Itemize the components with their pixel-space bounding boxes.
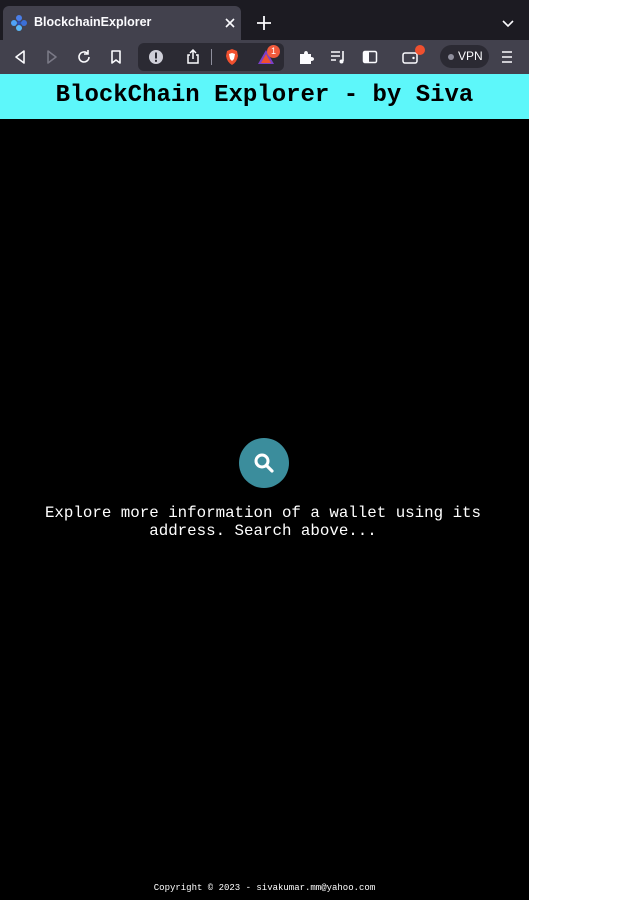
search-button[interactable]	[239, 438, 289, 488]
brave-shields-icon[interactable]	[223, 48, 241, 66]
tab-strip: BlockchainExplorer	[0, 0, 529, 40]
new-tab-icon[interactable]	[255, 14, 273, 32]
vpn-button[interactable]: VPN	[440, 45, 489, 68]
back-icon[interactable]	[11, 48, 29, 66]
address-bar[interactable]: 1	[138, 43, 284, 71]
vpn-label: VPN	[458, 49, 483, 63]
blockchain-nodes-icon	[10, 14, 28, 32]
footer-copyright: Copyright © 2023 - sivakumar.mm@yahoo.co…	[153, 883, 376, 893]
wallet-notification-dot	[415, 45, 425, 55]
tab-title: BlockchainExplorer	[34, 15, 152, 29]
sidebar-icon[interactable]	[361, 48, 379, 66]
browser-toolbar: 1 VPN	[0, 40, 529, 74]
address-bar-divider	[211, 49, 212, 65]
share-icon[interactable]	[184, 48, 202, 66]
page-header: BlockChain Explorer - by Siva	[0, 74, 529, 119]
extensions-icon[interactable]	[297, 48, 315, 66]
browser-window: BlockchainExplorer 1 VPN BlockChain Expl…	[0, 0, 529, 900]
close-tab-icon[interactable]	[222, 15, 238, 31]
rewards-badge: 1	[267, 45, 280, 58]
info-message: Explore more information of a wallet usi…	[44, 504, 482, 540]
tab-active[interactable]: BlockchainExplorer	[3, 6, 241, 40]
page-title: BlockChain Explorer - by Siva	[55, 82, 474, 109]
forward-icon[interactable]	[43, 48, 61, 66]
site-info-icon[interactable]	[147, 48, 165, 66]
chevron-down-icon[interactable]	[500, 15, 516, 31]
search-icon	[254, 453, 274, 473]
reload-icon[interactable]	[75, 48, 93, 66]
bookmark-icon[interactable]	[107, 48, 125, 66]
vpn-status-icon	[448, 54, 454, 60]
playlist-icon[interactable]	[329, 48, 347, 66]
menu-icon[interactable]	[498, 48, 516, 66]
